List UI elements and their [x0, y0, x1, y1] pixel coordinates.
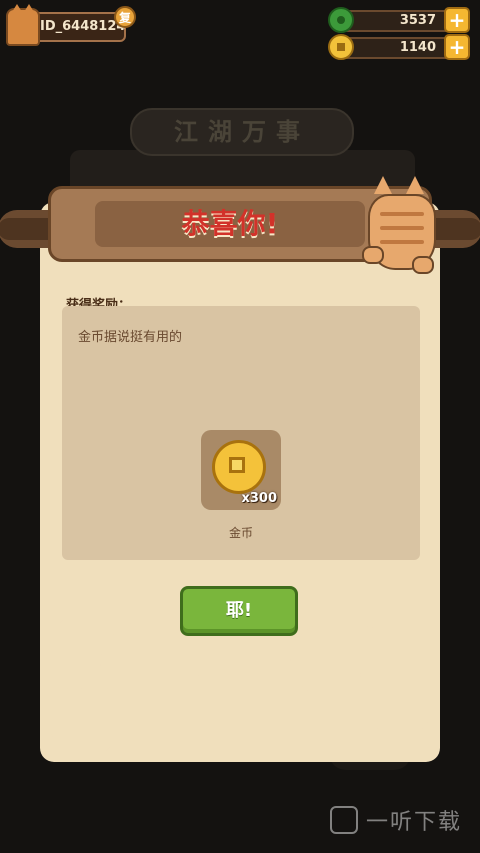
dialog-title: 恭喜你!: [181, 207, 279, 240]
add-jade-button[interactable]: +: [444, 7, 470, 33]
player-id-text: ID_6448124: [40, 19, 126, 34]
copy-id-button[interactable]: 复: [114, 6, 136, 28]
confirm-button-label: 耶!: [225, 600, 253, 621]
background-banner-text: 江湖万事: [174, 118, 310, 146]
watermark-logo-icon: [329, 806, 358, 834]
title-plaque: 恭喜你!: [95, 201, 365, 247]
player-avatar: [6, 4, 40, 46]
cat-stripe: [380, 240, 424, 244]
gold-coin-icon: [212, 440, 266, 494]
jade-value: 3537: [399, 13, 436, 28]
confirm-button[interactable]: 耶!: [180, 586, 298, 636]
add-gold-button[interactable]: +: [444, 34, 470, 60]
paper-drip: [360, 610, 440, 740]
jade-icon: [328, 7, 354, 33]
reward-description: 金币据说挺有用的: [78, 330, 183, 345]
reward-item-name: 金币: [228, 526, 253, 540]
gold-coin-icon: [328, 34, 354, 60]
cat-paw: [412, 256, 434, 274]
cat-ear: [374, 176, 392, 194]
cat-stripe: [380, 226, 424, 230]
gold-value: 1140: [399, 40, 436, 55]
watermark: 一听下载: [329, 805, 462, 835]
reward-item-count: x300: [241, 491, 277, 506]
jade-resource-bar: 3537 +: [328, 7, 470, 33]
gold-resource-bar: 1140 +: [328, 34, 470, 60]
reward-dialog: 恭喜你! 获得奖励： 金币据说挺有用的 x300 金币 耶!: [0, 176, 480, 762]
reward-item-slot[interactable]: x300: [201, 430, 281, 510]
cat-stripe: [380, 212, 424, 216]
watermark-text: 一听下载: [365, 810, 462, 835]
player-id-chip[interactable]: ID_6448124 复: [6, 4, 136, 46]
paper-drip: [55, 650, 95, 690]
background-banner: 江湖万事: [130, 108, 354, 156]
cat-paw: [362, 246, 384, 264]
cat-ear: [406, 176, 424, 194]
cat-mascot: [362, 176, 444, 280]
reward-box: 金币据说挺有用的 x300 金币: [62, 306, 420, 560]
